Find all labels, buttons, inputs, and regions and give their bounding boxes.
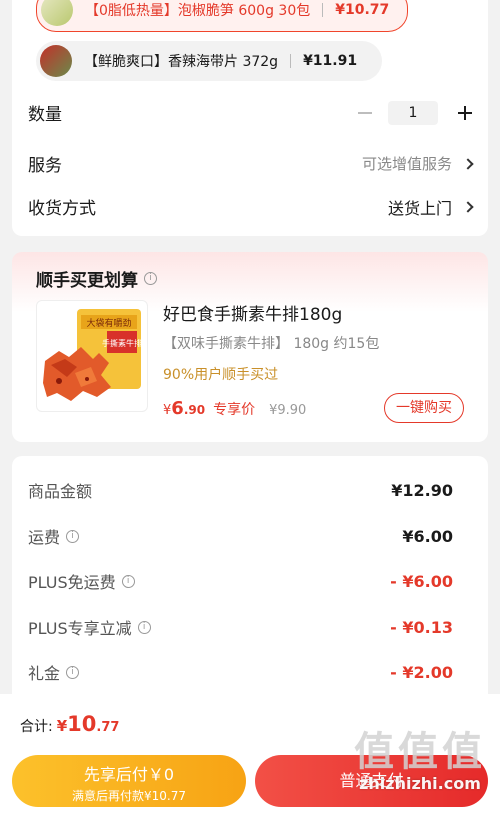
fee-amount: ¥12.90 <box>391 480 453 500</box>
divider <box>322 3 324 17</box>
price-currency: ¥ <box>163 403 172 418</box>
info-icon[interactable]: i <box>66 529 80 543</box>
plus-icon[interactable] <box>458 105 472 120</box>
chevron-right-icon <box>462 200 474 213</box>
service-row[interactable]: 服务 可选增值服务 <box>28 151 474 176</box>
fee-label-wrap: PLUS专享立减 i <box>28 615 151 639</box>
fee-row-plus-free-shipping: PLUS免运费 i - ¥6.00 <box>28 569 453 593</box>
price-int: 6 <box>171 398 184 419</box>
variant-price: ¥11.91 <box>303 53 358 69</box>
recommend-title-text: 顺手买更划算 <box>36 271 138 291</box>
info-icon[interactable]: i <box>137 620 151 634</box>
service-label: 服务 <box>28 156 62 176</box>
fee-amount: - ¥2.00 <box>390 662 453 682</box>
quantity-input[interactable]: 1 <box>388 100 438 125</box>
recommend-product-name[interactable]: 好巴食手撕素牛排180g <box>163 300 342 325</box>
service-value: 可选增值服务 <box>361 153 474 174</box>
order-options-card: 【0脂低热量】 泡椒脆笋 600g 30包 ¥10.77 【鲜脆爽口】 香辣海带… <box>12 0 488 236</box>
variant-price: ¥10.77 <box>335 2 390 18</box>
quantity-row: 数量 1 <box>28 100 472 125</box>
fee-label: 运费 <box>28 528 61 547</box>
recommend-product-spec: 【双味手撕素牛排】 180g 约15包 <box>163 336 380 352</box>
chevron-right-icon <box>462 157 474 170</box>
delivery-label: 收货方式 <box>28 199 96 219</box>
quantity-label: 数量 <box>28 105 62 125</box>
delivery-row[interactable]: 收货方式 送货上门 <box>28 194 474 219</box>
fee-row-shipping: 运费 i ¥6.00 <box>28 524 453 548</box>
service-value-text: 可选增值服务 <box>361 155 452 173</box>
fee-row-goods: 商品金额 ¥12.90 <box>28 478 453 502</box>
fee-amount: ¥6.00 <box>402 526 453 546</box>
fee-label: PLUS免运费 <box>28 573 116 592</box>
delivery-value-text: 送货上门 <box>387 198 452 218</box>
pay-later-title: 先享后付￥0 <box>83 765 175 784</box>
variant-name: 泡椒脆笋 600g 30包 <box>177 3 311 19</box>
price-dec: .90 <box>183 403 206 417</box>
product-image[interactable]: 大袋有嚼劲 手撕素牛排 <box>36 300 148 412</box>
variant-option-selected[interactable]: 【0脂低热量】 泡椒脆笋 600g 30包 ¥10.77 <box>36 0 408 32</box>
variant-name: 香辣海带片 372g <box>168 54 279 70</box>
total-int: 10 <box>67 712 97 736</box>
total-dec: .77 <box>96 720 120 735</box>
order-total: 合计: ¥ 10 .77 <box>20 712 119 736</box>
watermark: 值值值 zhizhizhi.com <box>350 730 490 793</box>
total-currency: ¥ <box>56 717 68 735</box>
pay-later-button[interactable]: 先享后付￥0 满意后再付款¥10.77 <box>12 755 246 807</box>
package-label-top: 大袋有嚼劲 <box>86 317 131 329</box>
variant-tag: 【鲜脆爽口】 <box>84 54 168 70</box>
divider <box>290 54 292 68</box>
fee-label-wrap: PLUS免运费 i <box>28 569 135 593</box>
minus-icon[interactable] <box>358 111 372 114</box>
fee-amount: - ¥6.00 <box>390 571 453 591</box>
package-label-side: 手撕素牛排 <box>102 338 142 348</box>
fee-label: PLUS专享立减 <box>28 619 132 638</box>
delivery-value: 送货上门 <box>387 195 474 219</box>
info-icon[interactable]: i <box>121 574 135 588</box>
original-price: ¥9.90 <box>269 403 307 418</box>
fee-amount: - ¥0.13 <box>390 617 453 637</box>
fee-label-wrap: 礼金 i <box>28 660 80 684</box>
price-tag: 专享价 <box>213 402 256 418</box>
fee-row-plus-discount: PLUS专享立减 i - ¥0.13 <box>28 615 453 639</box>
fee-row-gift: 礼金 i - ¥2.00 <box>28 660 453 684</box>
one-click-buy-button[interactable]: 一键购买 <box>384 393 464 423</box>
pay-later-subtitle: 满意后再付款¥10.77 <box>72 789 186 803</box>
total-label: 合计: <box>20 719 53 735</box>
recommend-card: 顺手买更划算 i 大袋有嚼劲 手撕素牛排 好巴食手撕素牛排180g 【双味手撕素… <box>12 252 488 442</box>
variant-thumbnail <box>40 45 72 77</box>
fee-label: 礼金 <box>28 664 61 683</box>
watermark-logo: 值值值 <box>354 729 486 775</box>
info-icon[interactable]: i <box>144 272 157 285</box>
recommend-title: 顺手买更划算 i <box>36 266 157 291</box>
product-image-art: 大袋有嚼劲 手撕素牛排 <box>43 309 142 401</box>
variant-tag: 【0脂低热量】 <box>85 3 178 19</box>
info-icon[interactable]: i <box>66 665 80 679</box>
recommend-popularity: 90%用户顺手买过 <box>163 367 279 383</box>
quantity-stepper: 1 <box>358 100 472 125</box>
fee-label-wrap: 运费 i <box>28 524 80 548</box>
variant-thumbnail <box>41 0 73 26</box>
variant-option[interactable]: 【鲜脆爽口】 香辣海带片 372g ¥11.91 <box>36 41 382 81</box>
fee-label: 商品金额 <box>28 482 93 501</box>
watermark-site: zhizhizhi.com <box>359 774 481 793</box>
recommend-price: ¥ 6 .90 专享价 ¥9.90 <box>163 398 306 419</box>
